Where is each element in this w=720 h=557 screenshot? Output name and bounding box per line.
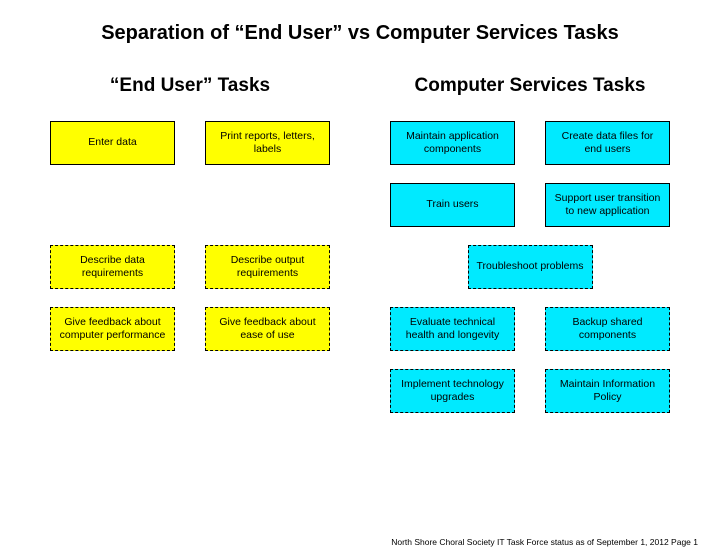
task-backup-shared: Backup shared components xyxy=(545,307,670,351)
row-5-right: Implement technology upgrades Maintain I… xyxy=(390,369,670,413)
task-create-data-files: Create data files for end users xyxy=(545,121,670,165)
task-enter-data: Enter data xyxy=(50,121,175,165)
task-troubleshoot: Troubleshoot problems xyxy=(468,245,593,289)
task-evaluate-health: Evaluate technical health and longevity xyxy=(390,307,515,351)
task-feedback-ease: Give feedback about ease of use xyxy=(205,307,330,351)
end-user-column: “End User” Tasks Enter data Print report… xyxy=(50,75,330,431)
page-title: Separation of “End User” vs Computer Ser… xyxy=(50,22,670,45)
row-3-right: Troubleshoot problems xyxy=(390,245,670,289)
task-feedback-performance: Give feedback about computer performance xyxy=(50,307,175,351)
row-3-left: Describe data requirements Describe outp… xyxy=(50,245,330,289)
computer-services-heading: Computer Services Tasks xyxy=(390,75,670,97)
task-train-users: Train users xyxy=(390,183,515,227)
row-2-right: Train users Support user transition to n… xyxy=(390,183,670,227)
task-describe-data-req: Describe data requirements xyxy=(50,245,175,289)
task-implement-upgrades: Implement technology upgrades xyxy=(390,369,515,413)
slide-page: Separation of “End User” vs Computer Ser… xyxy=(0,0,720,557)
task-support-transition: Support user transition to new applicati… xyxy=(545,183,670,227)
task-describe-output-req: Describe output requirements xyxy=(205,245,330,289)
columns-container: “End User” Tasks Enter data Print report… xyxy=(50,75,670,431)
row-1-left: Enter data Print reports, letters, label… xyxy=(50,121,330,165)
task-print-reports: Print reports, letters, labels xyxy=(205,121,330,165)
footer-text: North Shore Choral Society IT Task Force… xyxy=(391,537,698,547)
computer-services-column: Computer Services Tasks Maintain applica… xyxy=(390,75,670,431)
row-4-right: Evaluate technical health and longevity … xyxy=(390,307,670,351)
task-maintain-app: Maintain application components xyxy=(390,121,515,165)
row-1-right: Maintain application components Create d… xyxy=(390,121,670,165)
task-maintain-info-policy: Maintain Information Policy xyxy=(545,369,670,413)
end-user-heading: “End User” Tasks xyxy=(50,75,330,97)
row-4-left: Give feedback about computer performance… xyxy=(50,307,330,351)
